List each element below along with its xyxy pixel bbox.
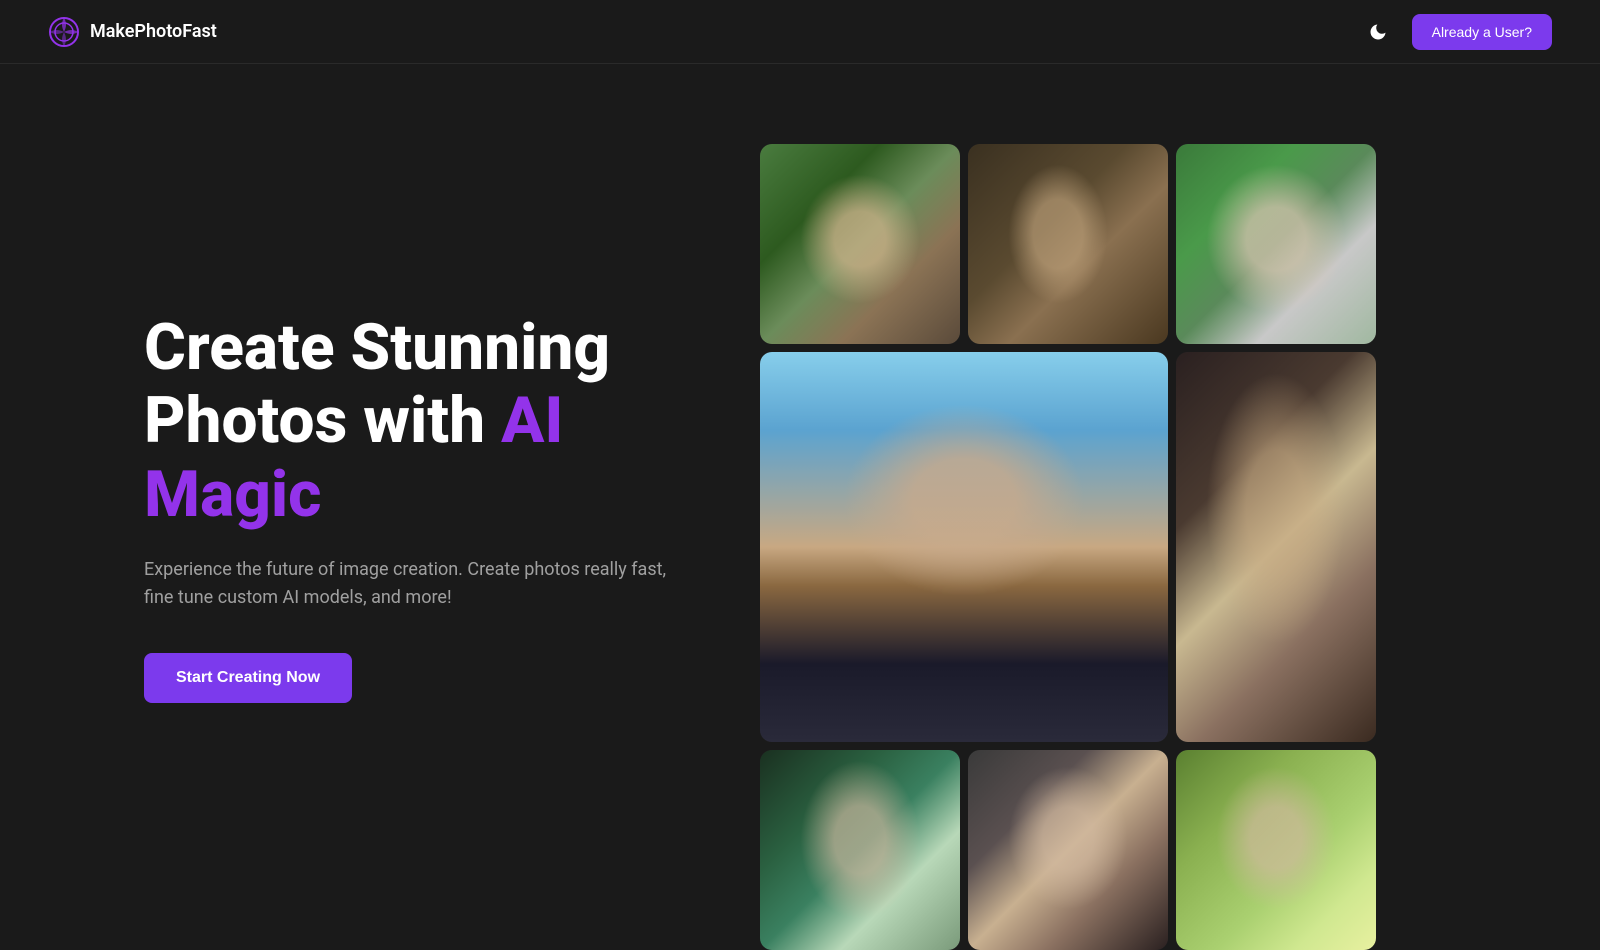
hero-title: Create Stunning Photos with AI Magic [144,311,680,532]
navbar-right: Already a User? [1360,14,1552,50]
photo-sunset-man [760,352,1168,742]
photo-lakeside-man [760,750,960,950]
main-content: Create Stunning Photos with AI Magic Exp… [0,64,1600,950]
brand: MakePhotoFast [48,16,217,48]
photo-smiling-man [1176,144,1376,344]
brand-name: MakePhotoFast [90,21,217,42]
navbar: MakePhotoFast Already a User? [0,0,1600,64]
photo-forest-man [760,144,960,344]
hero-title-line1: Create Stunning [144,310,610,385]
already-user-button[interactable]: Already a User? [1412,14,1552,50]
photo-cell-1 [760,144,960,344]
dark-mode-toggle[interactable] [1360,14,1396,50]
start-creating-button[interactable]: Start Creating Now [144,653,352,703]
photo-cell-6 [968,750,1168,950]
photo-room-man [968,750,1168,950]
photo-cell-7 [1176,750,1376,950]
brand-icon [48,16,80,48]
photo-cell-4 [1176,352,1376,742]
photo-formal-man [1176,352,1376,742]
hero-subtitle: Experience the future of image creation.… [144,556,680,614]
photo-cell-5 [760,750,960,950]
photo-water-man [1176,750,1376,950]
photo-cell-2 [968,144,1168,344]
photo-grid [760,64,1600,950]
hero-left: Create Stunning Photos with AI Magic Exp… [0,64,760,950]
photo-cell-large [760,352,1168,742]
photo-cell-3 [1176,144,1376,344]
hero-title-line2-normal: Photos with [144,383,501,458]
photo-map-man [968,144,1168,344]
moon-icon [1368,22,1388,42]
